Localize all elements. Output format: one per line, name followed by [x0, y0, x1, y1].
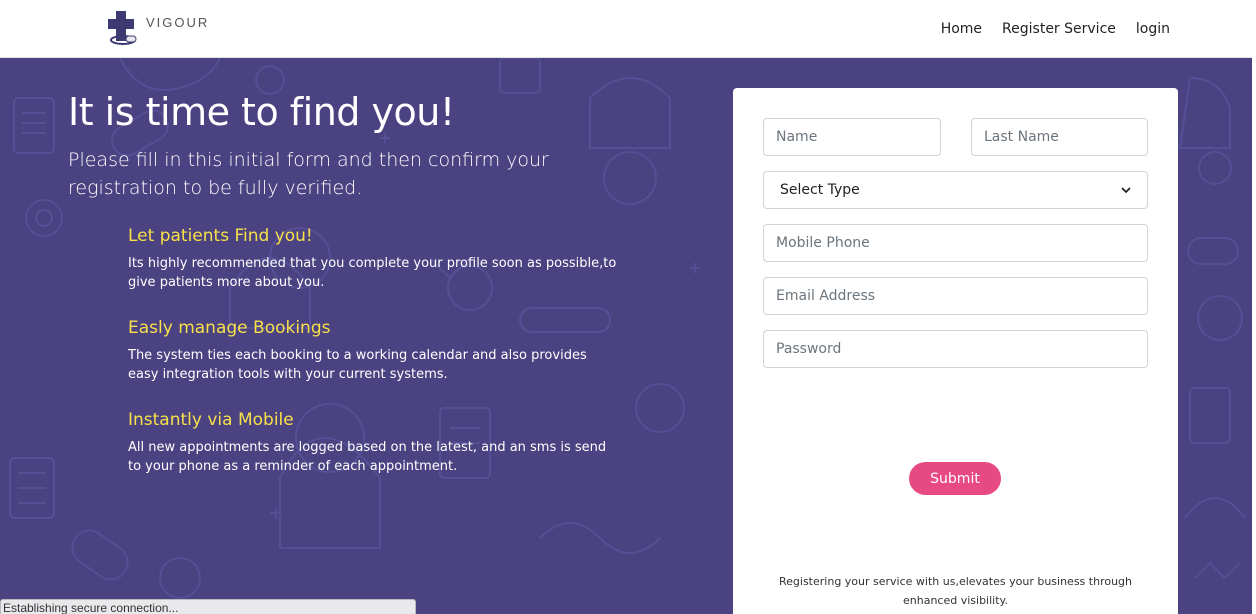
feature-text: The system ties each booking to a workin… — [128, 348, 587, 382]
feature-find-you: Let patients Find you! Its highly recomm… — [128, 226, 618, 292]
type-select[interactable]: Select Type — [763, 171, 1148, 209]
email-input[interactable] — [763, 277, 1148, 315]
nav-home-link[interactable]: Home — [941, 21, 982, 37]
nav-links: Home Register Service login — [941, 21, 1170, 37]
form-footer-note: Registering your service with us,elevate… — [779, 575, 1132, 607]
feature-text: Its highly recommended that you complete… — [128, 256, 617, 290]
browser-status-bar: Establishing secure connection... — [0, 599, 416, 614]
nav-login-link[interactable]: login — [1136, 21, 1170, 37]
feature-title: Let patients Find you! — [128, 226, 313, 246]
hero-title: It is time to find you! — [68, 90, 455, 134]
chevron-down-icon — [1121, 182, 1131, 198]
window-edge — [1252, 0, 1256, 614]
last-name-input[interactable] — [971, 118, 1148, 156]
feature-mobile: Instantly via Mobile All new appointment… — [128, 410, 618, 476]
mobile-phone-input[interactable] — [763, 224, 1148, 262]
type-select-value: Select Type — [780, 182, 860, 198]
logo[interactable]: VIGOUR — [106, 11, 209, 47]
brand-name: VIGOUR — [146, 14, 210, 30]
feature-title: Instantly via Mobile — [128, 410, 294, 430]
nav-register-service-link[interactable]: Register Service — [1002, 21, 1116, 37]
feature-text: All new appointments are logged based on… — [128, 440, 607, 474]
hero-subtitle: Please fill in this initial form and the… — [68, 149, 549, 199]
registration-form: Select Type Submit Registering your serv… — [733, 88, 1178, 614]
navbar: VIGOUR Home Register Service login — [0, 0, 1252, 58]
feature-bookings: Easly manage Bookings The system ties ea… — [128, 318, 618, 384]
name-input[interactable] — [763, 118, 941, 156]
feature-title: Easly manage Bookings — [128, 318, 331, 338]
submit-button[interactable]: Submit — [909, 462, 1001, 495]
logo-cross-icon — [106, 11, 138, 47]
password-input[interactable] — [763, 330, 1148, 368]
